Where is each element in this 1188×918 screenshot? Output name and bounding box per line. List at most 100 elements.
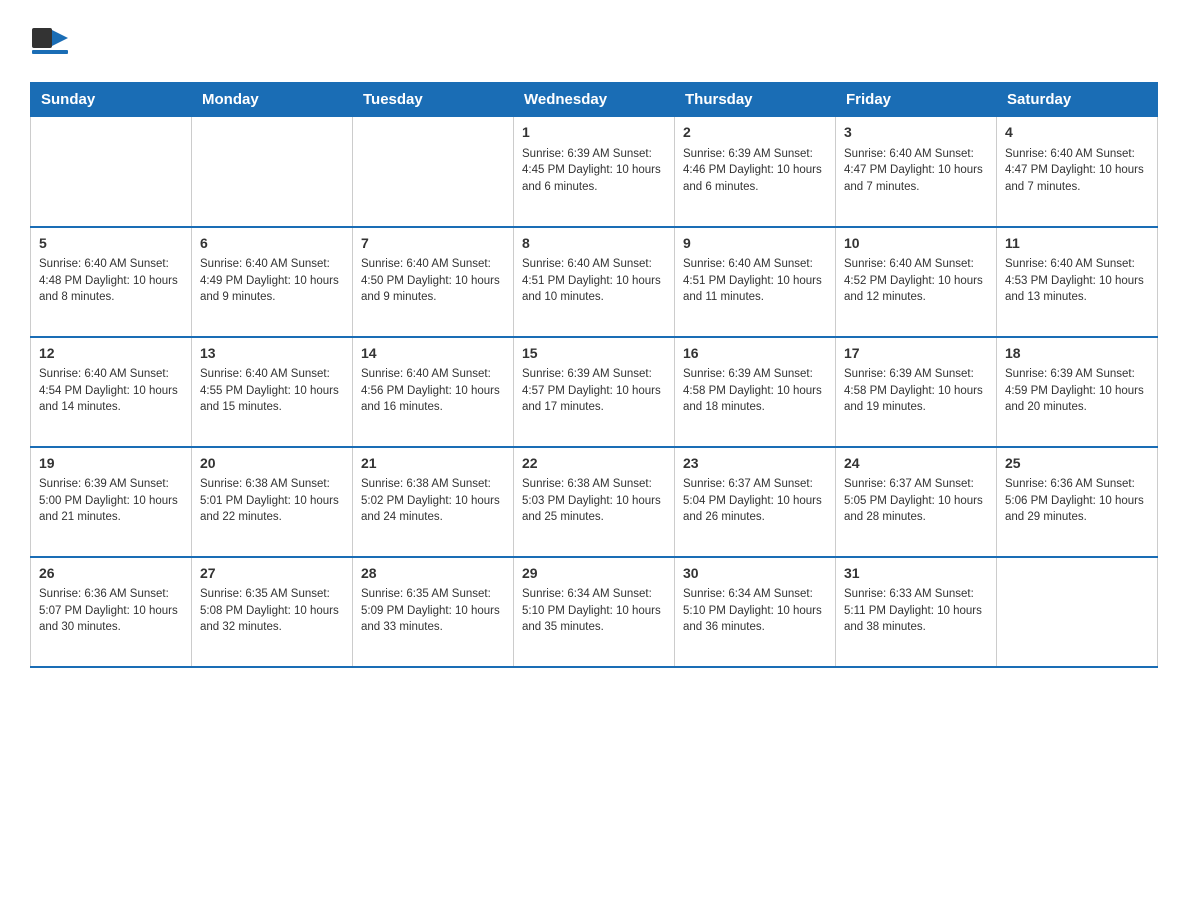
calendar-cell: 9Sunrise: 6:40 AM Sunset: 4:51 PM Daylig…	[675, 227, 836, 337]
week-row-4: 19Sunrise: 6:39 AM Sunset: 5:00 PM Dayli…	[31, 447, 1158, 557]
day-number: 7	[361, 234, 505, 254]
day-number: 13	[200, 344, 344, 364]
calendar-cell: 25Sunrise: 6:36 AM Sunset: 5:06 PM Dayli…	[997, 447, 1158, 557]
day-number: 2	[683, 123, 827, 143]
day-number: 27	[200, 564, 344, 584]
day-number: 28	[361, 564, 505, 584]
day-number: 25	[1005, 454, 1149, 474]
calendar-cell	[353, 117, 514, 227]
header-wednesday: Wednesday	[514, 83, 675, 117]
calendar-cell	[192, 117, 353, 227]
calendar-cell: 1 Sunrise: 6:39 AM Sunset: 4:45 PM Daylig…	[514, 117, 675, 227]
day-info: Sunrise: 6:40 AM Sunset: 4:54 PM Dayligh…	[39, 366, 183, 416]
day-info: Sunrise: 6:33 AM Sunset: 5:11 PM Dayligh…	[844, 586, 988, 636]
day-info: Sunrise: 6:36 AM Sunset: 5:06 PM Dayligh…	[1005, 476, 1149, 526]
week-row-5: 26Sunrise: 6:36 AM Sunset: 5:07 PM Dayli…	[31, 557, 1158, 667]
day-info: Sunrise: 6:38 AM Sunset: 5:01 PM Dayligh…	[200, 476, 344, 526]
calendar-cell: 8Sunrise: 6:40 AM Sunset: 4:51 PM Daylig…	[514, 227, 675, 337]
day-number: 11	[1005, 234, 1149, 254]
calendar-cell: 30Sunrise: 6:34 AM Sunset: 5:10 PM Dayli…	[675, 557, 836, 667]
calendar-cell: 3 Sunrise: 6:40 AM Sunset: 4:47 PM Daylig…	[836, 117, 997, 227]
day-info: Sunrise: 6:39 AM Sunset: 4:58 PM Dayligh…	[683, 366, 827, 416]
calendar-cell: 24Sunrise: 6:37 AM Sunset: 5:05 PM Dayli…	[836, 447, 997, 557]
calendar-cell: 16Sunrise: 6:39 AM Sunset: 4:58 PM Dayli…	[675, 337, 836, 447]
day-number: 9	[683, 234, 827, 254]
day-info: Sunrise: 6:40 AM Sunset: 4:49 PM Dayligh…	[200, 256, 344, 306]
day-number: 30	[683, 564, 827, 584]
day-info: Sunrise: 6:38 AM Sunset: 5:03 PM Dayligh…	[522, 476, 666, 526]
week-row-1: 1 Sunrise: 6:39 AM Sunset: 4:45 PM Daylig…	[31, 117, 1158, 227]
day-number: 12	[39, 344, 183, 364]
calendar-table: SundayMondayTuesdayWednesdayThursdayFrid…	[30, 82, 1158, 668]
calendar-cell: 2Sunrise: 6:39 AM Sunset: 4:46 PM Daylig…	[675, 117, 836, 227]
calendar-cell: 26Sunrise: 6:36 AM Sunset: 5:07 PM Dayli…	[31, 557, 192, 667]
calendar-cell: 14Sunrise: 6:40 AM Sunset: 4:56 PM Dayli…	[353, 337, 514, 447]
day-number: 3	[844, 123, 988, 143]
header-thursday: Thursday	[675, 83, 836, 117]
day-info: Sunrise: 6:35 AM Sunset: 5:08 PM Dayligh…	[200, 586, 344, 636]
day-number: 31	[844, 564, 988, 584]
calendar-cell: 21Sunrise: 6:38 AM Sunset: 5:02 PM Dayli…	[353, 447, 514, 557]
day-info: Sunrise: 6:40 AM Sunset: 4:51 PM Dayligh…	[522, 256, 666, 306]
day-number: 20	[200, 454, 344, 474]
day-number: 17	[844, 344, 988, 364]
calendar-cell: 29Sunrise: 6:34 AM Sunset: 5:10 PM Dayli…	[514, 557, 675, 667]
day-number: 6	[200, 234, 344, 254]
header-monday: Monday	[192, 83, 353, 117]
day-number: 4	[1005, 123, 1149, 143]
day-number: 16	[683, 344, 827, 364]
calendar-cell: 31Sunrise: 6:33 AM Sunset: 5:11 PM Dayli…	[836, 557, 997, 667]
header-tuesday: Tuesday	[353, 83, 514, 117]
day-info: Sunrise: 6:39 AM Sunset: 4:45 PM Dayligh…	[522, 146, 666, 196]
calendar-cell: 28Sunrise: 6:35 AM Sunset: 5:09 PM Dayli…	[353, 557, 514, 667]
calendar-cell: 19Sunrise: 6:39 AM Sunset: 5:00 PM Dayli…	[31, 447, 192, 557]
day-info: Sunrise: 6:40 AM Sunset: 4:48 PM Dayligh…	[39, 256, 183, 306]
day-number: 15	[522, 344, 666, 364]
day-number: 26	[39, 564, 183, 584]
day-info: Sunrise: 6:37 AM Sunset: 5:04 PM Dayligh…	[683, 476, 827, 526]
day-info: Sunrise: 6:40 AM Sunset: 4:50 PM Dayligh…	[361, 256, 505, 306]
day-info: Sunrise: 6:40 AM Sunset: 4:51 PM Dayligh…	[683, 256, 827, 306]
day-number: 22	[522, 454, 666, 474]
day-info: Sunrise: 6:35 AM Sunset: 5:09 PM Dayligh…	[361, 586, 505, 636]
day-info: Sunrise: 6:40 AM Sunset: 4:53 PM Dayligh…	[1005, 256, 1149, 306]
calendar-cell: 4 Sunrise: 6:40 AM Sunset: 4:47 PM Daylig…	[997, 117, 1158, 227]
day-info: Sunrise: 6:34 AM Sunset: 5:10 PM Dayligh…	[683, 586, 827, 636]
calendar-cell: 20Sunrise: 6:38 AM Sunset: 5:01 PM Dayli…	[192, 447, 353, 557]
day-info: Sunrise: 6:39 AM Sunset: 5:00 PM Dayligh…	[39, 476, 183, 526]
day-number: 1	[522, 123, 666, 143]
day-number: 19	[39, 454, 183, 474]
header-sunday: Sunday	[31, 83, 192, 117]
day-number: 10	[844, 234, 988, 254]
day-number: 24	[844, 454, 988, 474]
calendar-cell	[31, 117, 192, 227]
day-info: Sunrise: 6:38 AM Sunset: 5:02 PM Dayligh…	[361, 476, 505, 526]
day-info: Sunrise: 6:39 AM Sunset: 4:59 PM Dayligh…	[1005, 366, 1149, 416]
day-number: 23	[683, 454, 827, 474]
calendar-cell: 27Sunrise: 6:35 AM Sunset: 5:08 PM Dayli…	[192, 557, 353, 667]
calendar-cell	[997, 557, 1158, 667]
day-info: Sunrise: 6:40 AM Sunset: 4:47 PM Dayligh…	[844, 146, 988, 196]
calendar-cell: 23Sunrise: 6:37 AM Sunset: 5:04 PM Dayli…	[675, 447, 836, 557]
week-row-3: 12Sunrise: 6:40 AM Sunset: 4:54 PM Dayli…	[31, 337, 1158, 447]
week-row-2: 5Sunrise: 6:40 AM Sunset: 4:48 PM Daylig…	[31, 227, 1158, 337]
calendar-cell: 22Sunrise: 6:38 AM Sunset: 5:03 PM Dayli…	[514, 447, 675, 557]
day-info: Sunrise: 6:34 AM Sunset: 5:10 PM Dayligh…	[522, 586, 666, 636]
logo	[30, 20, 76, 62]
day-info: Sunrise: 6:39 AM Sunset: 4:57 PM Dayligh…	[522, 366, 666, 416]
header-saturday: Saturday	[997, 83, 1158, 117]
logo-icon	[30, 20, 72, 62]
calendar-cell: 17Sunrise: 6:39 AM Sunset: 4:58 PM Dayli…	[836, 337, 997, 447]
day-info: Sunrise: 6:40 AM Sunset: 4:55 PM Dayligh…	[200, 366, 344, 416]
calendar-cell: 6Sunrise: 6:40 AM Sunset: 4:49 PM Daylig…	[192, 227, 353, 337]
day-info: Sunrise: 6:36 AM Sunset: 5:07 PM Dayligh…	[39, 586, 183, 636]
calendar-cell: 15Sunrise: 6:39 AM Sunset: 4:57 PM Dayli…	[514, 337, 675, 447]
header-friday: Friday	[836, 83, 997, 117]
day-info: Sunrise: 6:40 AM Sunset: 4:47 PM Dayligh…	[1005, 146, 1149, 196]
day-number: 5	[39, 234, 183, 254]
calendar-cell: 5Sunrise: 6:40 AM Sunset: 4:48 PM Daylig…	[31, 227, 192, 337]
day-number: 21	[361, 454, 505, 474]
day-info: Sunrise: 6:40 AM Sunset: 4:52 PM Dayligh…	[844, 256, 988, 306]
day-number: 14	[361, 344, 505, 364]
day-info: Sunrise: 6:39 AM Sunset: 4:58 PM Dayligh…	[844, 366, 988, 416]
